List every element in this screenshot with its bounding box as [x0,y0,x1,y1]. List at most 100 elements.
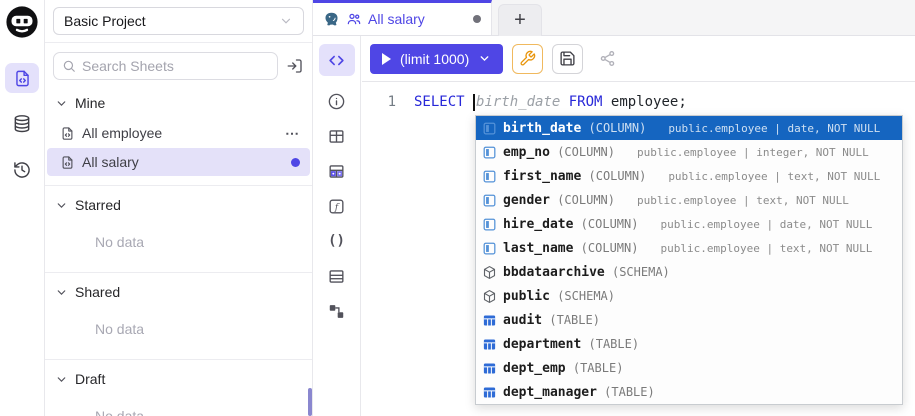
section-mine[interactable]: Mine [45,88,312,118]
autocomplete-item[interactable]: bbdataarchive (SCHEMA) [476,260,902,284]
autocomplete-item[interactable]: gender (COLUMN) public.employee | text, … [476,188,902,212]
column-icon [482,169,497,184]
autocomplete-item[interactable]: dept_manager (TABLE) [476,380,902,404]
share-sheet-button[interactable] [592,44,623,74]
editor-tabbar: All salary + [313,0,915,36]
empty-state: No data [45,307,312,350]
column-icon [482,145,497,160]
section-label: Shared [75,284,120,300]
parentheses-icon[interactable]: () [328,231,345,251]
sheet-item-label: All employee [82,125,162,141]
code-panel-button[interactable] [319,44,355,76]
sheet-search-row [45,43,312,84]
empty-state: No data [45,394,312,416]
column-icon [482,121,497,136]
chevron-down-icon [55,199,68,212]
autocomplete-item[interactable]: public (SCHEMA) [476,284,902,308]
section-starred[interactable]: Starred [45,190,312,220]
section-label: Starred [75,197,121,213]
code-icon [327,51,346,70]
info-icon[interactable] [327,91,346,111]
autocomplete-item[interactable]: hire_date (COLUMN) public.employee | dat… [476,212,902,236]
function-icon[interactable]: f [327,196,346,216]
sheet-item-all-employee[interactable]: All employee ⋯ [47,119,310,147]
column-icon [482,193,497,208]
sidebar-header: Basic Project [45,0,312,43]
wrench-icon [519,50,536,67]
autocomplete-item[interactable]: department (TABLE) [476,332,902,356]
autocomplete-item[interactable]: first_name (COLUMN) public.employee | te… [476,164,902,188]
chevron-down-icon [55,286,68,299]
sql-keyword: SELECT [414,94,465,110]
search-icon [62,59,76,73]
chevron-down-icon[interactable] [478,52,491,65]
code-line-1: 1SELECT birth_date FROM employee; [362,91,915,113]
project-selector-value: Basic Project [64,13,146,29]
sheet-search-box[interactable] [53,52,278,80]
database-icon [12,114,32,134]
section-label: Mine [75,95,105,111]
sheet-tree: Mine All employee ⋯ All salary Starred N… [45,84,312,416]
rail-item-history[interactable] [5,155,39,185]
rail-item-sheets[interactable] [5,63,39,93]
autocomplete-item[interactable]: birth_date (COLUMN) public.employee | da… [476,116,902,140]
app-rail [0,0,45,416]
play-icon [382,53,391,65]
line-number: 1 [362,94,414,110]
run-button-label: (limit 1000) [400,51,469,67]
format-sql-button[interactable] [512,44,543,74]
sql-keyword: FROM [569,94,603,110]
active-sheet-dot [291,158,300,167]
colored-table-icon[interactable] [327,161,346,181]
table-panel-icon[interactable] [327,126,346,146]
inline-suggestion-text: birth_date [476,94,560,110]
sheet-search-input[interactable] [82,58,269,74]
group-icon [346,11,362,27]
autocomplete-item[interactable]: dept_emp (TABLE) [476,356,902,380]
editor-side-strip: f () [313,36,361,416]
table-icon [482,337,497,352]
text-cursor [473,94,475,111]
autocomplete-item[interactable]: emp_no (COLUMN) public.employee | intege… [476,140,902,164]
sheet-item-all-salary[interactable]: All salary [47,148,310,176]
run-query-button[interactable]: (limit 1000) [370,44,503,74]
column-icon [482,241,497,256]
more-menu-icon[interactable]: ⋯ [285,125,300,142]
postgres-icon [323,11,340,28]
share-icon [599,50,616,67]
table-icon [482,361,497,376]
file-code-icon [60,155,75,170]
chevron-down-icon [55,373,68,386]
save-sheet-button[interactable] [552,44,583,74]
sheet-sidebar: Basic Project Mine [45,0,313,416]
chevron-down-icon [279,14,293,28]
project-selector[interactable]: Basic Project [53,7,304,35]
schema-icon [482,265,497,280]
file-code-icon [13,69,32,88]
divider [45,185,312,186]
unsaved-changes-dot [473,15,481,23]
schema-icon [482,289,497,304]
editor-toolbar: (limit 1000) [362,36,915,82]
svg-text:f: f [334,202,340,212]
table-icon [482,313,497,328]
autocomplete-item[interactable]: audit (TABLE) [476,308,902,332]
schema-diagram-icon[interactable] [327,301,346,321]
divider [45,272,312,273]
chevron-down-icon [55,97,68,110]
autocomplete-dropdown: birth_date (COLUMN) public.employee | da… [475,115,903,405]
sidebar-scrollbar-thumb[interactable] [308,388,312,416]
file-code-icon [60,126,75,141]
rail-item-databases[interactable] [5,109,39,139]
section-draft[interactable]: Draft [45,364,312,394]
tab-all-salary[interactable]: All salary [313,0,492,35]
table-panel-icon-2[interactable] [327,266,346,286]
code-area[interactable]: 1SELECT birth_date FROM employee; [362,82,915,113]
bytebase-logo [5,5,39,39]
section-shared[interactable]: Shared [45,277,312,307]
import-sheet-icon[interactable] [286,57,304,75]
autocomplete-item[interactable]: last_name (COLUMN) public.employee | tex… [476,236,902,260]
sql-text: employee; [602,94,686,110]
sql-editor-pane: (limit 1000) [362,36,915,416]
new-tab-button[interactable]: + [498,4,542,36]
